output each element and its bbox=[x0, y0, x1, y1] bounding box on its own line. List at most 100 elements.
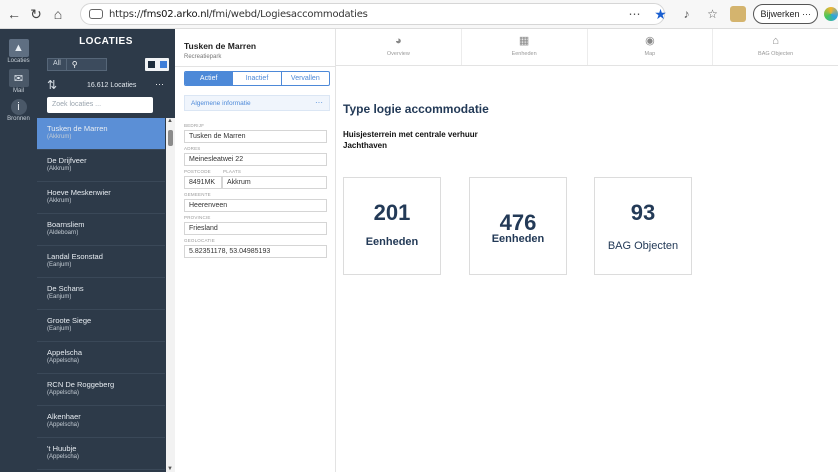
sidebar-title: LOCATIES bbox=[79, 36, 133, 47]
favorites-icon[interactable]: ☆ bbox=[703, 5, 721, 23]
favorite-star-icon[interactable]: ★ bbox=[651, 5, 669, 23]
copilot-icon[interactable] bbox=[824, 7, 838, 21]
adres-label: ADRES bbox=[184, 146, 201, 151]
list-item[interactable]: 't Huubje (Appelscha) bbox=[37, 438, 165, 470]
home-icon[interactable]: ⌂ bbox=[50, 6, 66, 22]
tab-label: Map bbox=[644, 51, 656, 57]
address-bar[interactable]: https://fms02.arko.nl/fmi/webd/Logiesacc… bbox=[80, 3, 665, 25]
stat-card-bag-objecten: 93 BAG Objecten bbox=[594, 177, 692, 275]
stat-value: 93 bbox=[630, 200, 656, 225]
section-more-button[interactable]: ··· bbox=[315, 98, 323, 107]
globe-icon: ◉ bbox=[645, 35, 655, 47]
mail-icon: ✉ bbox=[8, 69, 29, 87]
list-item[interactable]: Groote Siege (Eanjum) bbox=[37, 310, 165, 342]
item-place: (Appelscha) bbox=[47, 390, 80, 396]
item-name: Groote Siege bbox=[47, 316, 92, 325]
list-scrollbar[interactable]: ▲ ▼ bbox=[166, 118, 175, 472]
sort-icon[interactable]: ⇅ bbox=[47, 78, 57, 92]
filter-all[interactable]: All bbox=[48, 59, 66, 70]
main-tabs: ◕ Overview ▦ Eenheden ◉ Map ⌂ BAG Object… bbox=[336, 29, 838, 66]
item-place: (Appelscha) bbox=[47, 454, 80, 460]
type-line: Huisjesterrein met centrale verhuur bbox=[343, 130, 478, 139]
list-item[interactable]: De Drijfveer (Akkrum) bbox=[37, 150, 165, 182]
tab-inactief[interactable]: Inactief bbox=[232, 72, 280, 85]
gemeente-label: GEMEENTE bbox=[184, 192, 211, 197]
provincie-field[interactable]: Friesland bbox=[184, 222, 327, 235]
grid-icon: ▦ bbox=[518, 35, 530, 47]
section-header[interactable]: Algemene informatie ··· bbox=[184, 95, 330, 111]
rail-item-locaties[interactable]: ▲ Locaties bbox=[0, 39, 37, 64]
stat-card-eenheden: 201 Eenheden bbox=[343, 177, 441, 275]
item-name: De Drijfveer bbox=[47, 156, 87, 165]
update-button[interactable]: Bijwerken ··· bbox=[753, 4, 818, 24]
list-view-icon[interactable] bbox=[147, 61, 155, 68]
tab-bag-objecten[interactable]: ⌂ BAG Objecten bbox=[712, 29, 838, 65]
bedrijf-field[interactable]: Tusken de Marren bbox=[184, 130, 327, 143]
tab-label: Overview bbox=[386, 51, 410, 57]
detail-pane: Tusken de Marren Recreatiepark Actief In… bbox=[175, 29, 336, 472]
item-name: Boarnsliem bbox=[47, 220, 85, 229]
scrollbar-thumb[interactable] bbox=[168, 130, 173, 146]
geolocatie-field[interactable]: 5.82351178, 53.04985193 bbox=[184, 245, 327, 258]
item-name: RCN De Roggeberg bbox=[47, 380, 115, 389]
scroll-down-icon[interactable]: ▼ bbox=[167, 466, 173, 472]
more-page-icon[interactable]: ⋯ bbox=[625, 5, 643, 23]
chart-icon: ◕ bbox=[395, 35, 402, 47]
rail-item-mail[interactable]: ✉ Mail bbox=[0, 69, 37, 94]
location-list: Tusken de Marren (Akkrum) De Drijfveer (Ak… bbox=[37, 118, 165, 470]
divider bbox=[175, 66, 336, 67]
read-aloud-icon[interactable]: ♪ bbox=[677, 5, 695, 23]
item-place: (Eanjum) bbox=[47, 294, 72, 300]
item-place: (Appelscha) bbox=[47, 358, 80, 364]
type-line: Jachthaven bbox=[343, 141, 388, 150]
list-item[interactable]: Boarnsliem (Aldeboarn) bbox=[37, 214, 165, 246]
tab-overview[interactable]: ◕ Overview bbox=[336, 29, 461, 65]
stat-label: BAG Objecten bbox=[607, 240, 679, 252]
list-item[interactable]: Landal Esonstad (Eanjum) bbox=[37, 246, 165, 278]
item-place: (Appelscha) bbox=[47, 422, 80, 428]
stat-label: Eenheden bbox=[365, 236, 419, 248]
url-text: https://fms02.arko.nl/fmi/webd/Logiesacc… bbox=[109, 8, 368, 20]
accommodation-types: Huisjesterrein met centrale verhuur Jach… bbox=[343, 129, 478, 151]
scroll-up-icon[interactable]: ▲ bbox=[167, 118, 173, 124]
item-place: (Eanjum) bbox=[47, 262, 72, 268]
sidebar-more-button[interactable]: ··· bbox=[155, 79, 164, 89]
item-place: (Akkrum) bbox=[47, 198, 72, 204]
adres-field[interactable]: Meinesleatwei 22 bbox=[184, 153, 327, 166]
tab-eenheden[interactable]: ▦ Eenheden bbox=[460, 29, 587, 65]
rail-item-bronnen[interactable]: i Bronnen bbox=[0, 99, 37, 122]
home-icon: ⌂ bbox=[772, 35, 779, 47]
list-item[interactable]: RCN De Roggeberg (Appelscha) bbox=[37, 374, 165, 406]
list-item[interactable]: De Schans (Eanjum) bbox=[37, 278, 165, 310]
tab-vervallen[interactable]: Vervallen bbox=[280, 72, 329, 85]
locations-sidebar: LOCATIES All ⚲ ⇅ 16.612 Locaties ··· Zoe… bbox=[37, 29, 175, 472]
card-view-icon[interactable] bbox=[159, 61, 167, 68]
gemeente-field[interactable]: Heerenveen bbox=[184, 199, 327, 212]
plaats-field[interactable]: Akkrum bbox=[222, 176, 327, 189]
stat-label: Eenheden bbox=[491, 233, 545, 245]
view-toggle[interactable] bbox=[145, 58, 169, 71]
back-icon[interactable]: ← bbox=[6, 6, 22, 22]
postcode-field[interactable]: 8491MK bbox=[184, 176, 222, 189]
tab-map[interactable]: ◉ Map bbox=[586, 29, 713, 65]
rail-label: Mail bbox=[12, 88, 24, 94]
search-icon[interactable]: ⚲ bbox=[65, 59, 83, 70]
tab-actief[interactable]: Actief bbox=[185, 72, 233, 85]
item-place: (Eanjum) bbox=[47, 326, 72, 332]
list-item[interactable]: Hoeve Meskenwier (Akkrum) bbox=[37, 182, 165, 214]
provincie-label: PROVINCIE bbox=[184, 215, 211, 220]
plaats-label: PLAATS bbox=[223, 169, 242, 174]
profile-icon[interactable] bbox=[729, 5, 747, 23]
search-input[interactable]: Zoek locaties ... bbox=[47, 97, 153, 113]
item-place: (Aldeboarn) bbox=[47, 230, 79, 236]
filter-toggle[interactable]: All ⚲ bbox=[47, 58, 107, 71]
location-count: 16.612 Locaties bbox=[87, 82, 137, 89]
list-item[interactable]: Appelscha (Appelscha) bbox=[37, 342, 165, 374]
site-info-icon[interactable] bbox=[89, 9, 103, 19]
item-name: De Schans bbox=[47, 284, 84, 293]
list-item[interactable]: Alkenhaer (Appelscha) bbox=[37, 406, 165, 438]
list-item[interactable]: Tusken de Marren (Akkrum) bbox=[37, 118, 165, 150]
stat-value: 201 bbox=[373, 200, 411, 225]
bedrijf-label: BEDRIJF bbox=[184, 123, 205, 128]
reload-icon[interactable]: ↻ bbox=[28, 6, 44, 22]
